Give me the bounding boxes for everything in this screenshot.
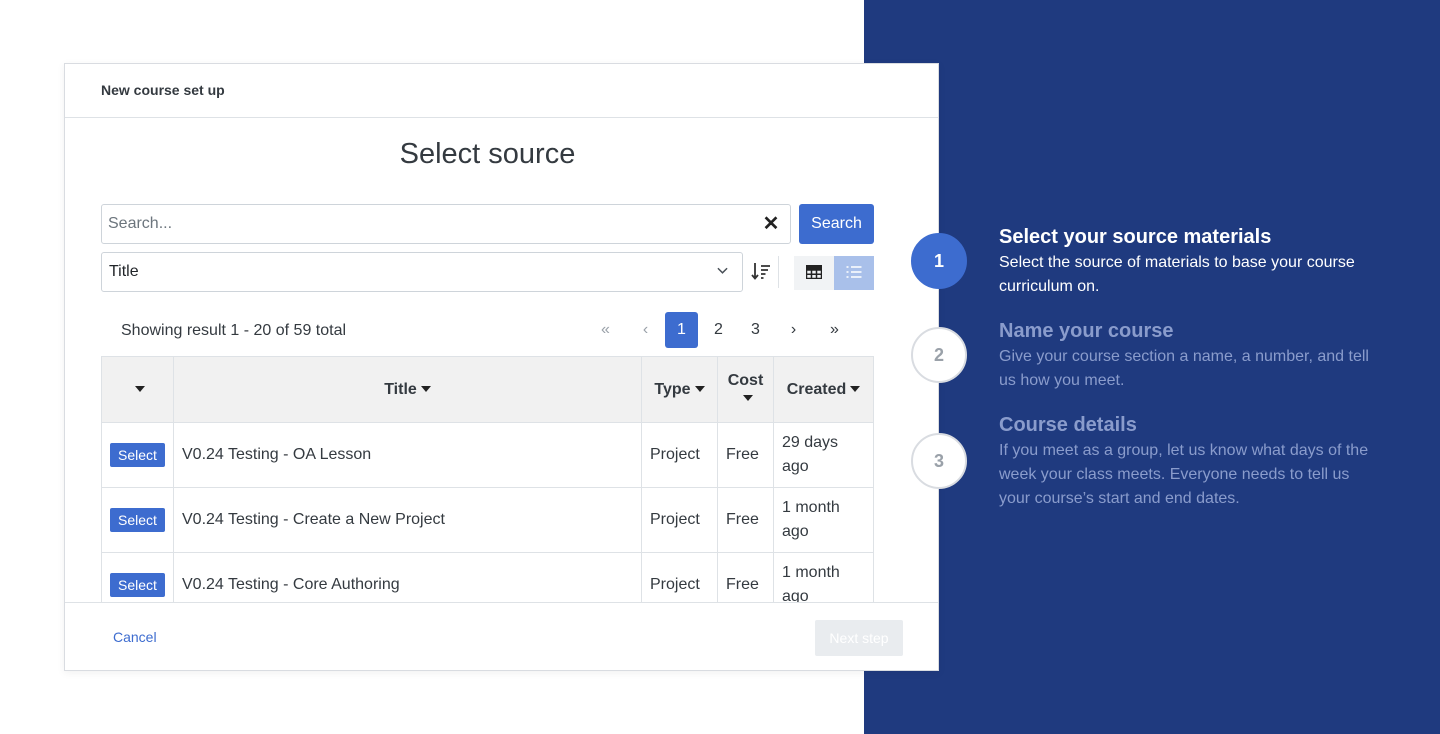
step-3-indicator: 3 bbox=[911, 433, 967, 489]
toolbar-divider bbox=[778, 256, 779, 288]
caret-down-icon bbox=[134, 386, 145, 393]
modal-body: Select source ✕ Search Title S bbox=[65, 118, 938, 602]
grid-view-button[interactable] bbox=[794, 256, 834, 290]
table-row: Select V0.24 Testing - OA Lesson Project… bbox=[101, 422, 874, 488]
first-page-icon[interactable]: « bbox=[589, 312, 622, 348]
search-button[interactable]: Search bbox=[799, 204, 874, 244]
close-icon[interactable]: ✕ bbox=[760, 213, 782, 235]
caret-down-icon bbox=[694, 386, 705, 393]
step-2-indicator: 2 bbox=[911, 327, 967, 383]
step-title: Course details bbox=[999, 414, 1137, 436]
modal-footer: Cancel Next step bbox=[65, 602, 938, 670]
column-header-label: Cost bbox=[727, 371, 764, 389]
caret-down-icon bbox=[742, 395, 753, 402]
row-created: 1 month ago bbox=[773, 487, 874, 553]
last-page-icon[interactable]: » bbox=[818, 312, 851, 348]
row-title: V0.24 Testing - Core Authoring bbox=[173, 552, 642, 602]
row-created: 29 days ago bbox=[773, 422, 874, 488]
select-button[interactable]: Select bbox=[110, 508, 165, 532]
next-step-button[interactable]: Next step bbox=[815, 620, 903, 656]
prev-page-icon[interactable]: ‹ bbox=[629, 312, 662, 348]
caret-down-icon bbox=[850, 386, 861, 393]
row-title: V0.24 Testing - Create a New Project bbox=[173, 487, 642, 553]
row-created: 1 month ago bbox=[773, 552, 874, 602]
row-cost: Free bbox=[717, 552, 774, 602]
sort-select[interactable]: Title bbox=[101, 252, 743, 292]
row-title: V0.24 Testing - OA Lesson bbox=[173, 422, 642, 488]
column-header-label: Created bbox=[786, 380, 847, 398]
row-cost: Free bbox=[717, 422, 774, 488]
column-header-cost[interactable]: Cost bbox=[717, 356, 774, 423]
step-title: Name your course bbox=[999, 320, 1174, 342]
column-header-created[interactable]: Created bbox=[773, 356, 874, 423]
sort-descending-icon[interactable] bbox=[750, 260, 772, 282]
step-1-indicator: 1 bbox=[911, 233, 967, 289]
page-title: Select source bbox=[399, 138, 576, 170]
step-title: Select your source materials bbox=[999, 226, 1272, 248]
caret-down-icon bbox=[420, 386, 431, 393]
step-description: Give your course section a name, a numbe… bbox=[999, 348, 1369, 389]
row-type: Project bbox=[641, 552, 718, 602]
row-type: Project bbox=[641, 487, 718, 553]
list-icon bbox=[846, 265, 862, 278]
row-cost: Free bbox=[717, 487, 774, 553]
chevron-down-icon bbox=[717, 267, 728, 274]
column-header-select[interactable] bbox=[101, 356, 174, 423]
table-row: Select V0.24 Testing - Create a New Proj… bbox=[101, 487, 874, 553]
step-1: Select your source materials Select the … bbox=[999, 226, 1379, 299]
page-1[interactable]: 1 bbox=[665, 312, 698, 348]
search-input[interactable] bbox=[108, 205, 748, 243]
step-description: If you meet as a group, let us know what… bbox=[999, 442, 1369, 507]
course-setup-modal: New course set up Select source ✕ Search… bbox=[64, 63, 939, 671]
list-view-button[interactable] bbox=[834, 256, 874, 290]
select-button[interactable]: Select bbox=[110, 573, 165, 597]
column-header-type[interactable]: Type bbox=[641, 356, 718, 423]
results-summary: Showing result 1 - 20 of 59 total bbox=[121, 322, 347, 339]
column-header-label: Title bbox=[384, 380, 417, 398]
select-button[interactable]: Select bbox=[110, 443, 165, 467]
next-page-icon[interactable]: › bbox=[777, 312, 810, 348]
sort-select-value: Title bbox=[109, 263, 139, 280]
grid-icon bbox=[805, 264, 823, 279]
modal-header: New course set up bbox=[65, 64, 938, 118]
step-description: Select the source of materials to base y… bbox=[999, 254, 1355, 295]
table-row: Select V0.24 Testing - Core Authoring Pr… bbox=[101, 552, 874, 602]
page-3[interactable]: 3 bbox=[739, 312, 772, 348]
column-header-label: Type bbox=[654, 380, 691, 398]
cancel-link[interactable]: Cancel bbox=[113, 629, 157, 645]
column-header-title[interactable]: Title bbox=[173, 356, 642, 423]
row-type: Project bbox=[641, 422, 718, 488]
source-table: Title Type Cost Created Select V0.24 Tes… bbox=[101, 356, 874, 602]
step-2: Name your course Give your course sectio… bbox=[999, 320, 1379, 393]
page-2[interactable]: 2 bbox=[702, 312, 735, 348]
step-3: Course details If you meet as a group, l… bbox=[999, 414, 1379, 511]
search-box: ✕ bbox=[101, 204, 791, 244]
table-header-row: Title Type Cost Created bbox=[101, 356, 874, 423]
